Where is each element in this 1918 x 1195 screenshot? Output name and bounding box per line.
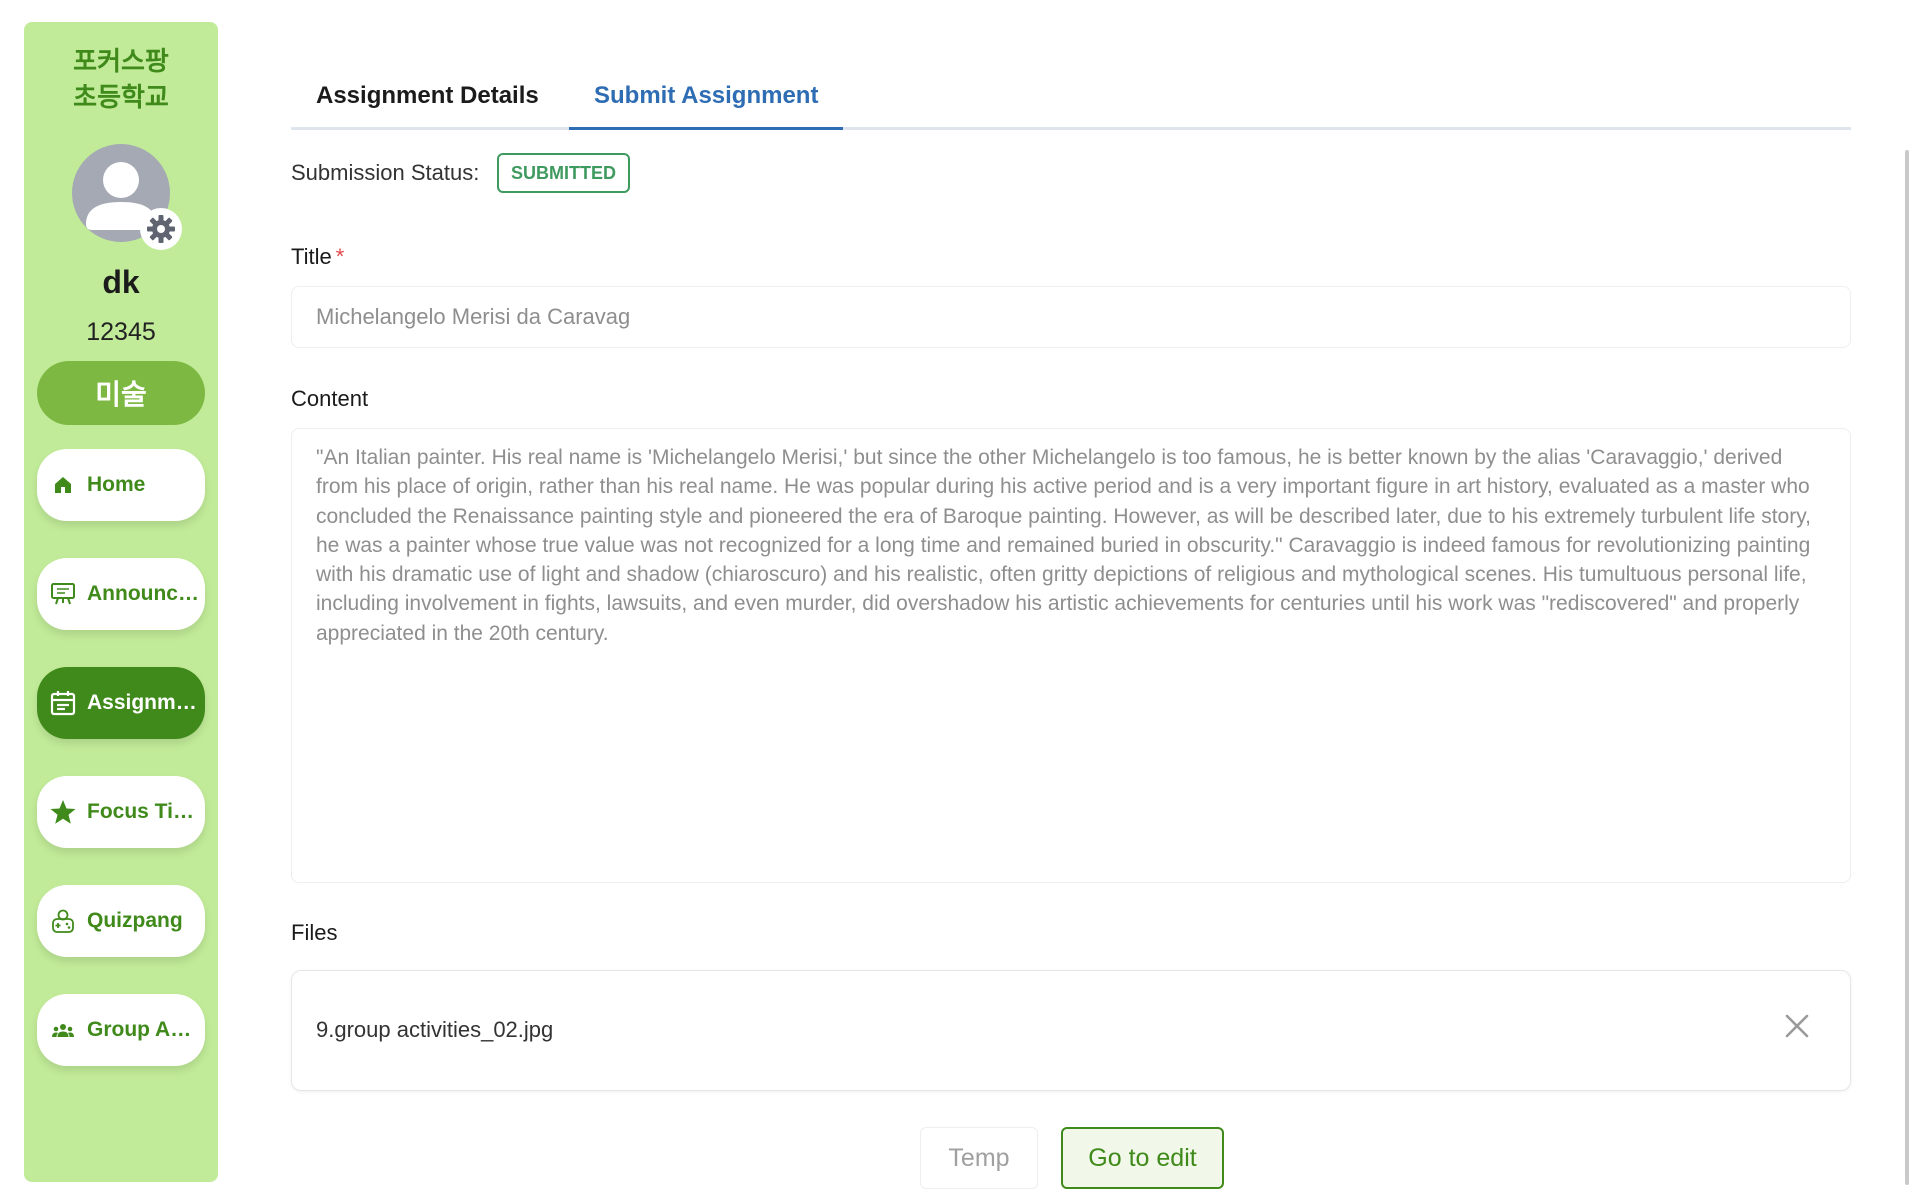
nav-item-home[interactable]: Home xyxy=(37,449,205,521)
title-input[interactable] xyxy=(291,286,1851,348)
nav-label: Focus Time xyxy=(87,800,199,823)
home-icon xyxy=(49,471,77,499)
nav-label: Quizpang xyxy=(87,909,183,932)
content-label: Content xyxy=(291,386,369,411)
calendar-icon xyxy=(49,689,77,717)
title-label: Title * xyxy=(291,244,344,270)
nav-item-group-activities[interactable]: Group Activities xyxy=(37,994,205,1066)
nav-label: Assignments xyxy=(87,691,199,714)
content-textarea[interactable]: "An Italian painter. His real name is 'M… xyxy=(291,428,1851,883)
files-label: Files xyxy=(291,920,338,945)
temp-button[interactable]: Temp xyxy=(920,1127,1038,1189)
title-label-text: Title xyxy=(291,244,332,269)
school-name-line2: 초등학교 xyxy=(73,83,169,113)
group-icon xyxy=(49,1016,77,1044)
status-badge: SUBMITTED xyxy=(497,153,630,193)
required-marker: * xyxy=(335,244,345,269)
subject-badge[interactable]: 미술 xyxy=(37,361,205,425)
sidebar: 포커스팡 초등학교 dk 12345 미술 Home Announce Assi… xyxy=(24,22,218,1182)
user-id: 12345 xyxy=(86,318,156,346)
gear-icon xyxy=(147,215,175,243)
tab-bar: Assignment Details Submit Assignment xyxy=(291,70,1851,130)
go-to-edit-button[interactable]: Go to edit xyxy=(1061,1127,1224,1189)
tab-submit-assignment[interactable]: Submit Assignment xyxy=(569,70,844,130)
scrollbar[interactable] xyxy=(1905,150,1909,1185)
school-name: 포커스팡 초등학교 xyxy=(24,44,218,116)
file-list: 9.group activities_02.jpg xyxy=(291,970,1851,1091)
nav-label: Group Activities xyxy=(87,1018,199,1041)
tab-assignment-details[interactable]: Assignment Details xyxy=(291,70,564,130)
file-name: 9.group activities_02.jpg xyxy=(316,1017,554,1042)
star-icon xyxy=(49,798,77,826)
nav-item-announcements[interactable]: Announcements xyxy=(37,558,205,630)
gamepad-icon xyxy=(49,907,77,935)
submission-status-label: Submission Status: xyxy=(291,160,480,185)
remove-file-button[interactable] xyxy=(1780,1009,1814,1043)
nav-label: Home xyxy=(87,473,146,496)
profile-settings-button[interactable] xyxy=(140,208,182,250)
school-name-line1: 포커스팡 xyxy=(73,47,169,77)
user-name: dk xyxy=(102,264,140,300)
announcement-icon xyxy=(49,580,77,608)
nav-label: Announcements xyxy=(87,582,199,605)
nav-item-assignments[interactable]: Assignments xyxy=(37,667,205,739)
close-icon xyxy=(1785,1014,1809,1038)
nav-item-quizpang[interactable]: Quizpang xyxy=(37,885,205,957)
nav-item-focus-time[interactable]: Focus Time xyxy=(37,776,205,848)
